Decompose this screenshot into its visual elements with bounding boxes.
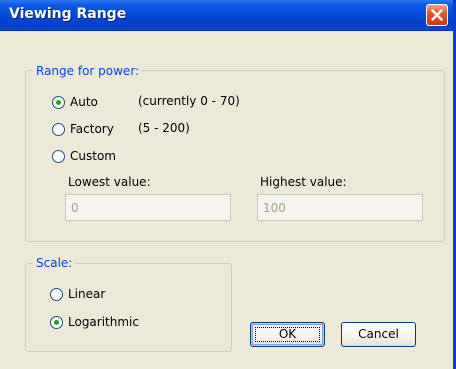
cancel-button[interactable]: Cancel	[341, 322, 416, 347]
radio-linear[interactable]: Linear	[50, 287, 140, 304]
ok-button[interactable]: OK	[250, 322, 325, 347]
radio-selected-dot	[56, 100, 61, 105]
auto-range-note: (currently 0 - 70)	[138, 94, 240, 108]
radio-custom-circle[interactable]	[52, 150, 65, 163]
cancel-button-label: Cancel	[358, 327, 399, 341]
scale-legend: Scale:	[33, 256, 76, 270]
focus-rectangle	[255, 327, 320, 342]
lowest-value-label: Lowest value:	[68, 175, 151, 189]
radio-linear-label: Linear	[68, 287, 106, 301]
radio-selected-dot	[54, 320, 59, 325]
close-button[interactable]	[426, 4, 448, 26]
radio-auto[interactable]: Auto	[52, 95, 127, 112]
radio-logarithmic-circle[interactable]	[50, 316, 63, 329]
highest-value-input[interactable]: 100	[257, 194, 423, 221]
radio-auto-circle[interactable]	[52, 96, 65, 109]
radio-auto-label: Auto	[70, 95, 98, 109]
lowest-value-input[interactable]: 0	[65, 194, 231, 221]
range-legend: Range for power:	[33, 64, 143, 78]
radio-custom-label: Custom	[70, 149, 116, 163]
factory-range-note: (5 - 200)	[138, 121, 190, 135]
title-bar[interactable]: Viewing Range	[0, 0, 453, 31]
dialog-window: Viewing Range Range for power: Auto (cur…	[0, 0, 456, 369]
scale-groupbox	[25, 263, 232, 352]
dialog-title: Viewing Range	[9, 6, 127, 22]
radio-factory-label: Factory	[70, 122, 114, 136]
radio-logarithmic-label: Logarithmic	[68, 315, 139, 329]
radio-custom[interactable]: Custom	[52, 149, 127, 166]
highest-value-label: Highest value:	[260, 175, 347, 189]
radio-linear-circle[interactable]	[50, 288, 63, 301]
radio-factory-circle[interactable]	[52, 123, 65, 136]
radio-logarithmic[interactable]: Logarithmic	[50, 315, 160, 332]
radio-factory[interactable]: Factory	[52, 122, 127, 139]
close-icon	[431, 9, 443, 21]
